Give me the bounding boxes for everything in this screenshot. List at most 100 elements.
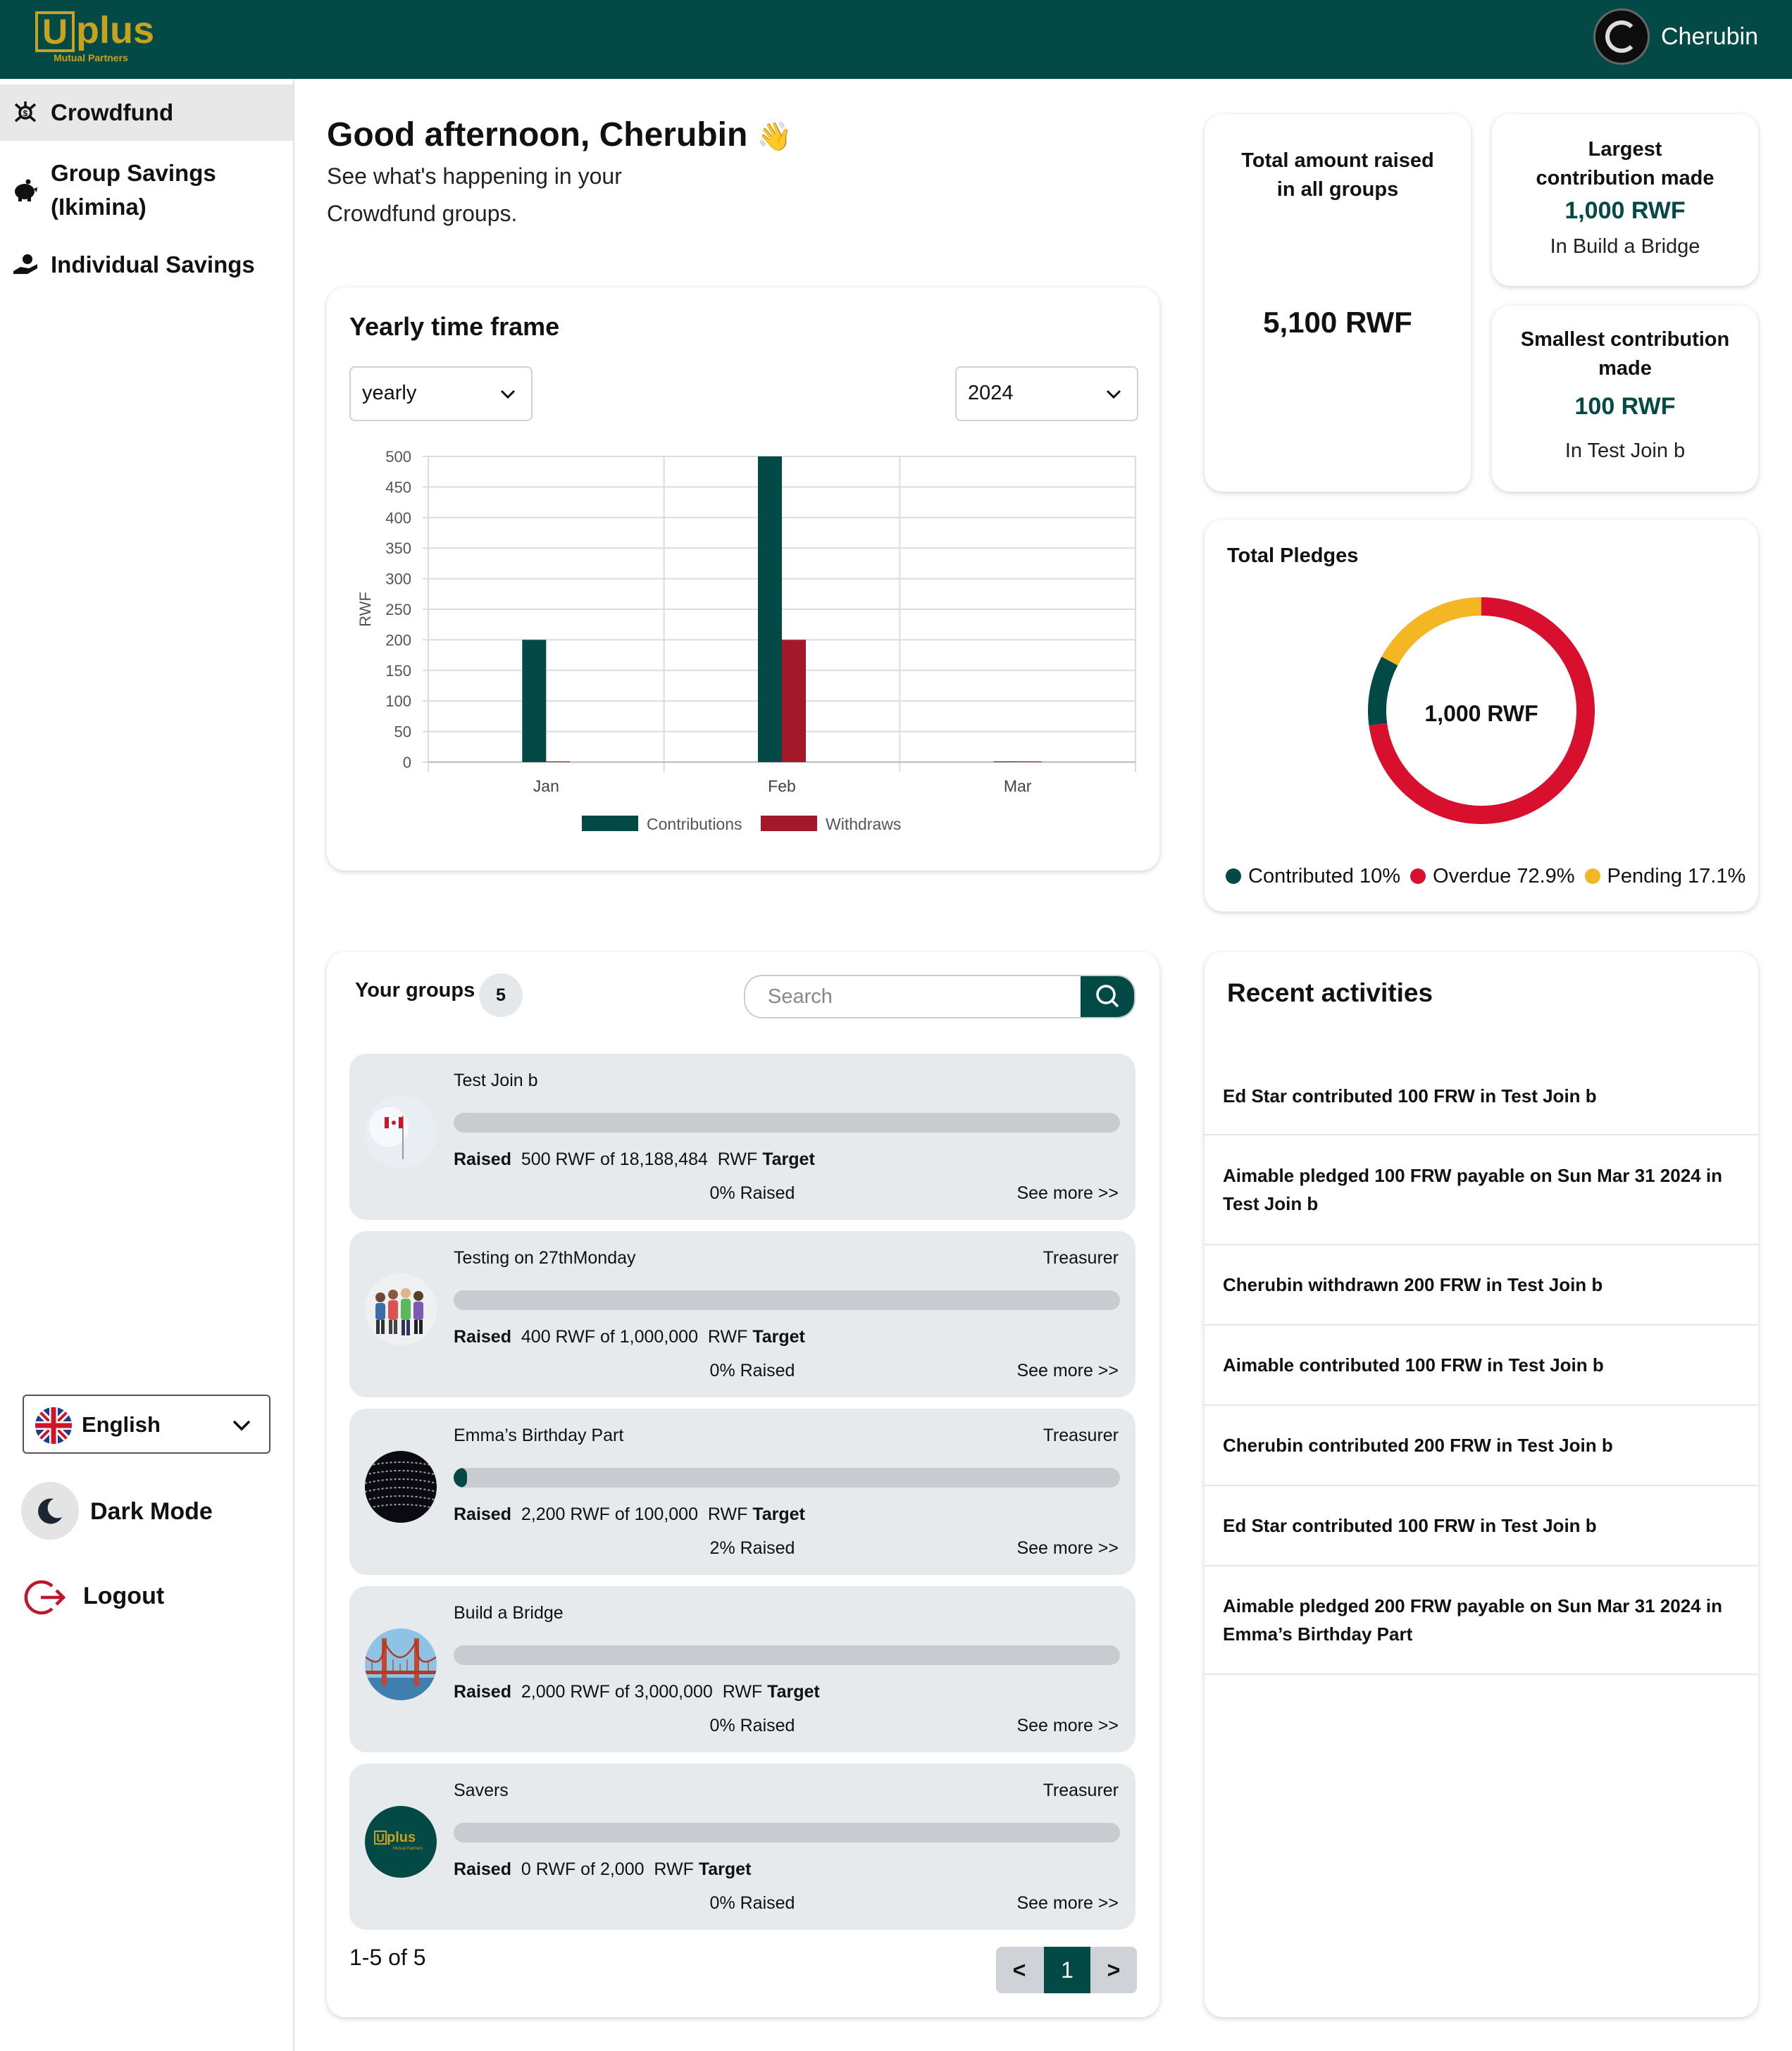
target-currency: RWF	[707, 1504, 748, 1524]
raised-label: Raised	[454, 1149, 511, 1169]
raised-label: Raised	[454, 1327, 511, 1347]
bar-contributions-feb	[758, 456, 782, 762]
see-more-link[interactable]: See more >>	[1016, 1889, 1119, 1917]
bar-contributions-mar	[993, 761, 1018, 762]
raised-amount: 2,000 RWF of 3,000,000	[521, 1682, 713, 1702]
legend-label-contributions: Contributions	[647, 815, 742, 833]
user-avatar[interactable]	[1593, 8, 1650, 65]
y-tick-label: 200	[385, 631, 411, 649]
y-tick-label: 150	[385, 662, 411, 680]
total-pledges-card: Total Pledges 1,000 RWF Contributed 10% …	[1205, 520, 1758, 911]
y-tick-label: 300	[385, 571, 411, 588]
target-currency: RWF	[717, 1149, 758, 1169]
x-tick-label: Feb	[768, 777, 796, 795]
group-raised-line: Raised 2,000 RWF of 3,000,000 RWF Target	[454, 1678, 820, 1706]
y-tick-label: 350	[385, 540, 411, 557]
group-name: Build a Bridge	[454, 1603, 564, 1623]
logo-text: plus	[76, 9, 155, 51]
target-label: Target	[762, 1149, 815, 1169]
y-tick-label: 500	[385, 448, 411, 466]
uplus-logo-icon: Uplus Mutual Partners	[365, 1806, 437, 1878]
legend-contributed: Contributed 10%	[1226, 861, 1400, 892]
sidebar: $ Crowdfund Group Savings (Ikimina) Indi…	[0, 79, 294, 2051]
target-label: Target	[752, 1327, 805, 1347]
prev-page-button[interactable]: <	[996, 1947, 1043, 1993]
y-tick-label: 100	[385, 692, 411, 710]
period-value: yearly	[362, 382, 417, 404]
piggy-bank-icon	[11, 176, 39, 204]
user-name[interactable]: Cherubin	[1661, 20, 1758, 54]
logo-letter: U	[35, 11, 75, 52]
logout-label: Logout	[83, 1583, 165, 1609]
legend-label: Overdue 72.9%	[1433, 865, 1575, 887]
see-more-link[interactable]: See more >>	[1016, 1179, 1119, 1207]
smallest-contribution-value: 100 RWF	[1574, 393, 1676, 420]
group-raised-line: Raised 400 RWF of 1,000,000 RWF Target	[454, 1323, 805, 1351]
y-tick-label: 250	[385, 601, 411, 618]
language-select[interactable]: English	[23, 1395, 270, 1454]
greeting-text: Good afternoon, Cherubin	[327, 116, 748, 154]
next-page-button[interactable]: >	[1090, 1947, 1137, 1993]
period-select[interactable]: yearly	[349, 366, 533, 421]
see-more-link[interactable]: See more >>	[1016, 1534, 1119, 1562]
raised-amount: 400 RWF of 1,000,000	[521, 1327, 698, 1347]
raised-label: Raised	[454, 1682, 511, 1702]
activity-item: Cherubin contributed 200 FRW in Test Joi…	[1205, 1406, 1758, 1486]
group-role: Treasurer	[1043, 1426, 1119, 1445]
group-card-test-join-b[interactable]: Test Join b Raised 500 RWF of 18,188,484…	[349, 1054, 1135, 1220]
page-1-button[interactable]: 1	[1044, 1947, 1090, 1993]
group-name: Test Join b	[454, 1071, 538, 1090]
target-label: Target	[767, 1682, 820, 1702]
pagination: < 1 >	[996, 1947, 1137, 1993]
group-card-savers[interactable]: Uplus Mutual Partners Savers Treasurer Ra…	[349, 1764, 1135, 1930]
smallest-contribution-card: Smallest contribution made 100 RWF In Te…	[1492, 306, 1758, 492]
page-title: Good afternoon, Cherubin 👋	[327, 111, 792, 161]
logo-subtitle: Mutual Partners	[54, 52, 128, 63]
group-card-build-a-bridge[interactable]: Build a Bridge Raised 2,000 RWF of 3,000…	[349, 1586, 1135, 1752]
search-input[interactable]	[745, 976, 1083, 1017]
dark-mode-toggle[interactable]: Dark Mode	[21, 1482, 275, 1541]
sidebar-item-group-savings[interactable]: Group Savings (Ikimina)	[0, 149, 293, 231]
search-button[interactable]	[1081, 976, 1134, 1017]
legend-label: Contributed 10%	[1248, 865, 1401, 887]
raised-amount: 500 RWF of 18,188,484	[521, 1149, 708, 1169]
group-search	[744, 975, 1135, 1018]
smallest-contribution-group: In Test Join b	[1564, 440, 1686, 462]
target-label: Target	[698, 1859, 752, 1879]
activity-item: Aimable contributed 100 FRW in Test Join…	[1205, 1326, 1758, 1406]
svg-text:Mutual Partners: Mutual Partners	[393, 1847, 423, 1851]
search-icon	[1096, 985, 1119, 1008]
flag-photo-icon	[365, 1096, 437, 1168]
chevron-down-icon	[230, 1413, 254, 1437]
sidebar-item-individual-savings[interactable]: Individual Savings	[0, 237, 293, 293]
legend-pending: Pending 17.1%	[1584, 861, 1746, 892]
see-more-link[interactable]: See more >>	[1016, 1712, 1119, 1740]
group-raised-line: Raised 2,200 RWF of 100,000 RWF Target	[454, 1500, 805, 1528]
moon-icon	[21, 1482, 79, 1540]
uplus-logo[interactable]: U plus Mutual Partners	[35, 8, 154, 66]
svg-text:plus: plus	[387, 1830, 416, 1845]
raised-amount: 2,200 RWF of 100,000	[521, 1504, 698, 1524]
group-card-testing-on-27thmonday[interactable]: Testing on 27thMonday Treasurer Raised 4…	[349, 1231, 1135, 1397]
group-raised-line: Raised 500 RWF of 18,188,484 RWF Target	[454, 1145, 815, 1173]
see-more-link[interactable]: See more >>	[1016, 1357, 1119, 1385]
crowdfund-icon: $	[11, 99, 39, 127]
raised-amount: 0 RWF of 2,000	[521, 1859, 645, 1879]
svg-text:$: $	[23, 108, 28, 118]
logout-button[interactable]: Logout	[21, 1568, 275, 1624]
your-groups-card: Your groups 5 Test Join b Raised 500 RWF…	[327, 952, 1159, 2017]
total-raised-card: Total amount raised in all groups 5,100 …	[1205, 114, 1471, 492]
year-select[interactable]: 2024	[955, 366, 1138, 421]
activities-title: Recent activities	[1227, 978, 1433, 1007]
yearly-chart-card: 0 50 100 150 200 250 300 350 400 450 500 Jan Feb Mar R…	[327, 287, 1159, 871]
legend-swatch-contributions	[582, 816, 638, 831]
people-group-icon	[365, 1273, 437, 1345]
sidebar-item-crowdfund[interactable]: $ Crowdfund	[0, 85, 293, 141]
y-tick-label: 450	[385, 478, 411, 496]
groups-count-badge: 5	[479, 973, 523, 1017]
chevron-down-icon	[497, 383, 518, 404]
largest-contribution-card: Largest contribution made 1,000 RWF In B…	[1492, 114, 1758, 286]
group-card-emmas-birthday-part[interactable]: Emma’s Birthday Part Treasurer Raised 2,…	[349, 1409, 1135, 1575]
dark-mode-label: Dark Mode	[90, 1498, 213, 1525]
group-name: Emma’s Birthday Part	[454, 1426, 624, 1445]
